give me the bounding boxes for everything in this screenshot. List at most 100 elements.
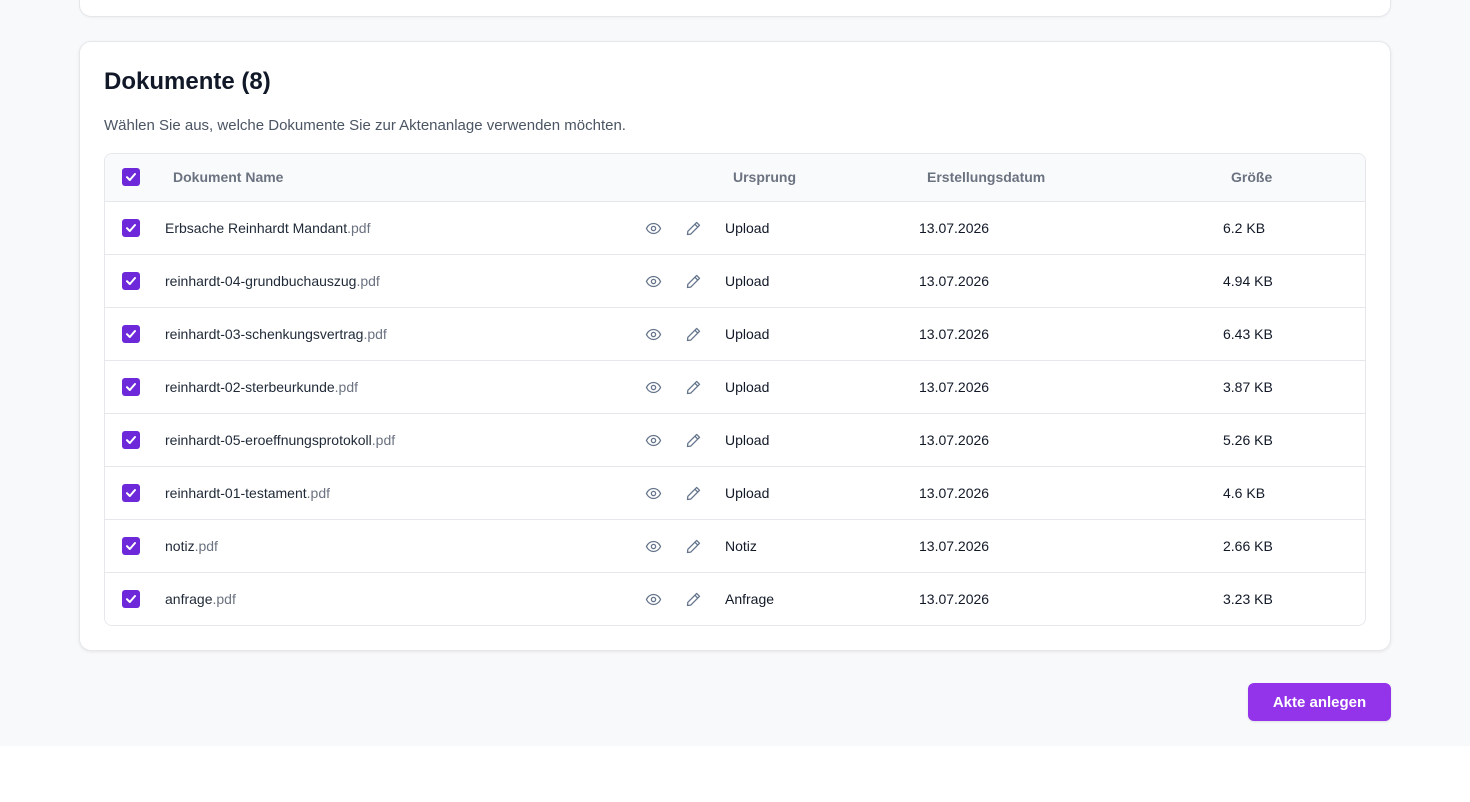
checkmark-icon: [126, 224, 136, 232]
documents-description: Wählen Sie aus, welche Dokumente Sie zur…: [104, 117, 626, 134]
column-header-size[interactable]: Größe: [1231, 169, 1272, 185]
preview-button[interactable]: [643, 324, 663, 344]
edit-button[interactable]: [683, 536, 703, 556]
row-checkbox[interactable]: [122, 325, 140, 343]
document-extension: .pdf: [356, 273, 380, 289]
column-header-name[interactable]: Dokument Name: [173, 169, 283, 185]
pencil-icon: [686, 433, 700, 447]
preview-button[interactable]: [643, 430, 663, 450]
document-basename: reinhardt-02-sterbeurkunde: [165, 379, 335, 395]
checkmark-icon: [126, 542, 136, 550]
document-origin: Upload: [725, 326, 770, 342]
document-extension: .pdf: [212, 591, 236, 607]
pencil-icon: [686, 274, 700, 288]
checkmark-icon: [126, 595, 136, 603]
document-extension: .pdf: [334, 379, 359, 395]
column-header-created[interactable]: Erstellungsdatum: [927, 169, 1045, 185]
document-date: 13.07.2026: [919, 432, 990, 448]
document-basename: notiz: [165, 538, 195, 554]
document-basename: reinhardt-05-eroeffnungsprotokoll: [165, 432, 372, 448]
column-header-origin[interactable]: Ursprung: [733, 169, 796, 185]
table-row: Erbsache Reinhardt Mandant.pdf Upload 13…: [105, 202, 1365, 255]
preview-button[interactable]: [643, 218, 663, 238]
preview-button[interactable]: [643, 536, 663, 556]
row-checkbox[interactable]: [122, 484, 140, 502]
table-row: reinhardt-02-sterbeurkunde.pdf Upload 13…: [105, 361, 1365, 414]
eye-icon: [645, 540, 661, 552]
table-row: reinhardt-04-grundbuchauszug.pdf Upload …: [105, 255, 1365, 308]
edit-button[interactable]: [683, 324, 703, 344]
row-checkbox[interactable]: [122, 590, 140, 608]
document-name: reinhardt-04-grundbuchauszug.pdf: [165, 273, 380, 289]
eye-icon: [645, 487, 661, 499]
pencil-icon: [686, 221, 700, 235]
document-size: 6.2 KB: [1223, 220, 1266, 236]
eye-icon: [645, 434, 661, 446]
documents-title: Dokumente (8): [104, 68, 271, 95]
document-name: reinhardt-05-eroeffnungsprotokoll.pdf: [165, 432, 395, 448]
preview-button[interactable]: [643, 271, 663, 291]
table-body: Erbsache Reinhardt Mandant.pdf Upload 13…: [105, 202, 1365, 625]
document-origin: Upload: [725, 379, 770, 395]
document-date: 13.07.2026: [919, 220, 990, 236]
document-origin: Upload: [725, 273, 770, 289]
edit-button[interactable]: [683, 271, 703, 291]
checkmark-icon: [126, 173, 136, 181]
document-basename: reinhardt-04-grundbuchauszug: [165, 273, 357, 289]
document-name: notiz.pdf: [165, 538, 218, 554]
document-basename: anfrage: [165, 591, 213, 607]
document-extension: .pdf: [306, 485, 330, 501]
checkmark-icon: [126, 489, 136, 497]
document-extension: .pdf: [194, 538, 218, 554]
document-date: 13.07.2026: [919, 538, 990, 554]
document-basename: reinhardt-01-testament: [165, 485, 307, 501]
document-origin: Upload: [725, 220, 770, 236]
edit-button[interactable]: [683, 483, 703, 503]
document-date: 13.07.2026: [919, 591, 990, 607]
document-origin: Upload: [725, 432, 770, 448]
document-date: 13.07.2026: [919, 379, 990, 395]
checkmark-icon: [126, 277, 136, 285]
document-origin: Upload: [725, 485, 770, 501]
document-name: reinhardt-01-testament.pdf: [165, 485, 330, 501]
table-header: Dokument Name Ursprung Erstellungsdatum …: [105, 154, 1365, 202]
eye-icon: [645, 328, 661, 340]
document-size: 6.43 KB: [1223, 326, 1273, 342]
document-date: 13.07.2026: [919, 485, 990, 501]
row-checkbox[interactable]: [122, 537, 140, 555]
row-checkbox[interactable]: [122, 272, 140, 290]
document-size: 3.87 KB: [1223, 379, 1273, 395]
edit-button[interactable]: [683, 377, 703, 397]
document-size: 3.23 KB: [1223, 591, 1273, 607]
preview-button[interactable]: [643, 377, 663, 397]
checkmark-icon: [126, 436, 136, 444]
document-basename: reinhardt-03-schenkungsvertrag: [165, 326, 364, 342]
edit-button[interactable]: [683, 589, 703, 609]
eye-icon: [645, 381, 661, 393]
preview-button[interactable]: [643, 589, 663, 609]
document-basename: Erbsache Reinhardt Mandant: [165, 220, 348, 236]
table-row: reinhardt-03-schenkungsvertrag.pdf Uploa…: [105, 308, 1365, 361]
table-row: reinhardt-05-eroeffnungsprotokoll.pdf Up…: [105, 414, 1365, 467]
document-name: reinhardt-03-schenkungsvertrag.pdf: [165, 326, 387, 342]
eye-icon: [645, 275, 661, 287]
pencil-icon: [686, 327, 700, 341]
row-checkbox[interactable]: [122, 378, 140, 396]
edit-button[interactable]: [683, 430, 703, 450]
edit-button[interactable]: [683, 218, 703, 238]
document-size: 2.66 KB: [1223, 538, 1273, 554]
document-origin: Anfrage: [725, 591, 775, 607]
pencil-icon: [686, 539, 700, 553]
row-checkbox[interactable]: [122, 431, 140, 449]
document-size: 4.94 KB: [1223, 273, 1273, 289]
previous-section-card: [79, 0, 1391, 17]
table-row: notiz.pdf Notiz 13.07.2026 2.66 KB: [105, 520, 1365, 573]
document-origin: Notiz: [725, 538, 757, 554]
pencil-icon: [686, 486, 700, 500]
preview-button[interactable]: [643, 483, 663, 503]
eye-icon: [645, 222, 661, 234]
select-all-checkbox[interactable]: [122, 168, 140, 186]
row-checkbox[interactable]: [122, 219, 140, 237]
document-extension: .pdf: [347, 220, 371, 236]
create-file-button[interactable]: Akte anlegen: [1248, 683, 1391, 721]
